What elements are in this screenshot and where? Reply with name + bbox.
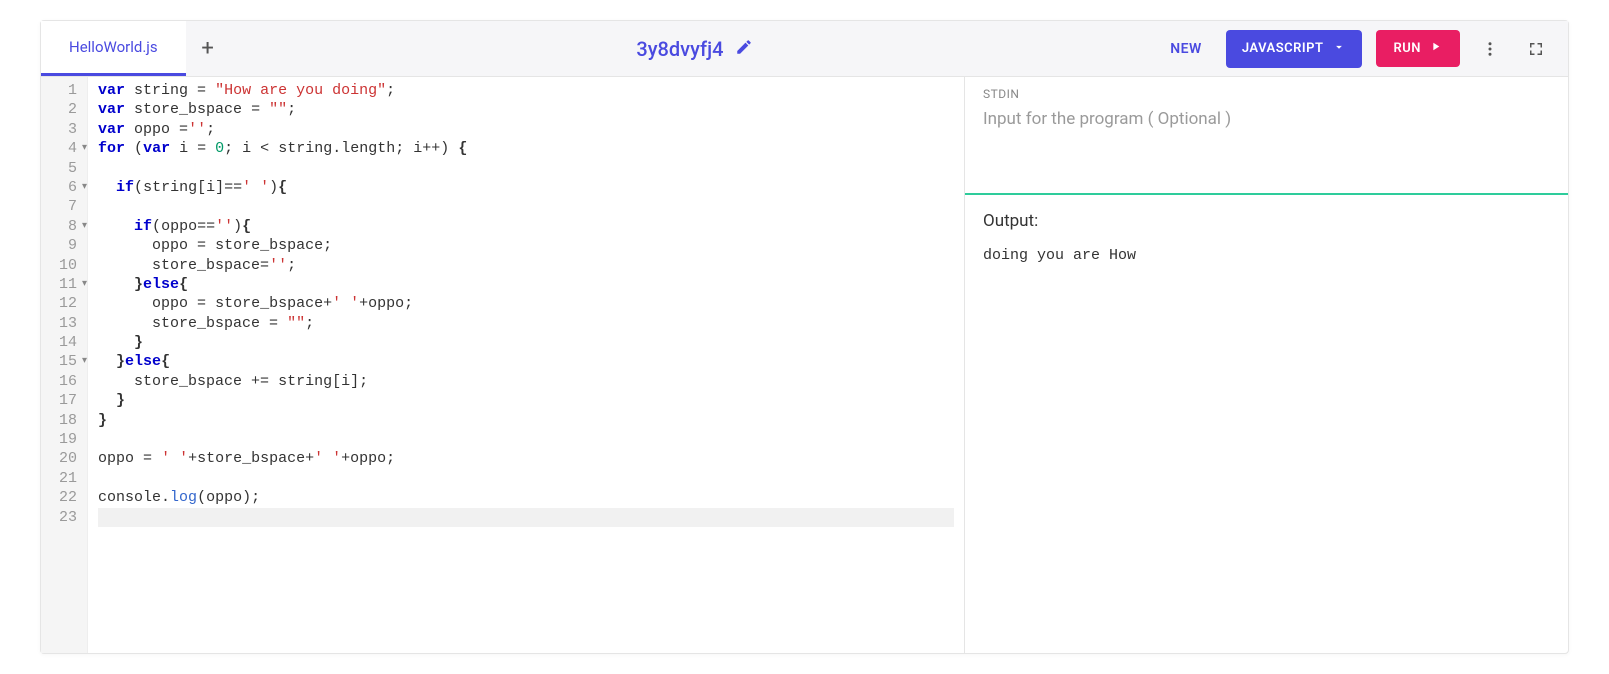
line-number: 19 bbox=[59, 430, 77, 449]
code-line[interactable]: } bbox=[98, 411, 954, 430]
line-number: 1 bbox=[59, 81, 77, 100]
line-number: 18 bbox=[59, 411, 77, 430]
code-line[interactable]: store_bspace += string[i]; bbox=[98, 372, 954, 391]
run-button-label: RUN bbox=[1394, 41, 1422, 56]
new-button-label: NEW bbox=[1170, 41, 1202, 57]
line-number: 22 bbox=[59, 488, 77, 507]
code-line[interactable]: if(string[i]==' '){ bbox=[98, 178, 954, 197]
line-number: 9 bbox=[59, 236, 77, 255]
fullscreen-button[interactable] bbox=[1520, 40, 1552, 58]
code-line[interactable]: var string = "How are you doing"; bbox=[98, 81, 954, 100]
project-id-area: 3y8dvyfj4 bbox=[230, 21, 1161, 76]
file-tab-label: HelloWorld.js bbox=[69, 38, 158, 56]
code-line[interactable]: console.log(oppo); bbox=[98, 488, 954, 507]
line-number: 16 bbox=[59, 372, 77, 391]
line-number: 14 bbox=[59, 333, 77, 352]
line-number-gutter: 1234567891011121314151617181920212223 bbox=[41, 77, 88, 653]
line-number: 21 bbox=[59, 469, 77, 488]
play-icon bbox=[1429, 40, 1442, 57]
code-line[interactable]: } bbox=[98, 333, 954, 352]
code-line[interactable]: if(oppo==''){ bbox=[98, 217, 954, 236]
code-line[interactable]: oppo = ' '+store_bspace+' '+oppo; bbox=[98, 449, 954, 468]
code-content[interactable]: var string = "How are you doing";var sto… bbox=[88, 77, 964, 653]
code-line[interactable]: store_bspace = ""; bbox=[98, 314, 954, 333]
line-number: 20 bbox=[59, 449, 77, 468]
output-label: Output: bbox=[983, 211, 1550, 231]
line-number: 15 bbox=[59, 352, 77, 371]
plus-icon: + bbox=[201, 36, 213, 61]
edit-icon[interactable] bbox=[735, 38, 753, 60]
code-line[interactable]: }else{ bbox=[98, 275, 954, 294]
stdin-label: STDIN bbox=[983, 87, 1550, 101]
code-line[interactable]: oppo = store_bspace+' '+oppo; bbox=[98, 294, 954, 313]
add-tab-button[interactable]: + bbox=[186, 21, 230, 76]
line-number: 5 bbox=[59, 159, 77, 178]
more-menu-button[interactable] bbox=[1474, 40, 1506, 58]
code-line[interactable]: for (var i = 0; i < string.length; i++) … bbox=[98, 139, 954, 158]
line-number: 17 bbox=[59, 391, 77, 410]
line-number: 4 bbox=[59, 139, 77, 158]
line-number: 13 bbox=[59, 314, 77, 333]
io-panel: STDIN Output: doing you are How bbox=[964, 77, 1568, 653]
top-bar-actions: NEW JAVASCRIPT RUN bbox=[1160, 21, 1568, 76]
language-select-button[interactable]: JAVASCRIPT bbox=[1226, 30, 1362, 68]
stdin-block: STDIN bbox=[965, 77, 1568, 193]
code-line[interactable] bbox=[98, 197, 954, 216]
line-number: 6 bbox=[59, 178, 77, 197]
line-number: 23 bbox=[59, 508, 77, 527]
file-tab[interactable]: HelloWorld.js bbox=[41, 21, 186, 76]
line-number: 11 bbox=[59, 275, 77, 294]
line-number: 12 bbox=[59, 294, 77, 313]
run-button[interactable]: RUN bbox=[1376, 30, 1461, 67]
fullscreen-icon bbox=[1527, 40, 1545, 58]
code-line[interactable]: store_bspace=''; bbox=[98, 256, 954, 275]
project-id: 3y8dvyfj4 bbox=[636, 37, 723, 61]
line-number: 3 bbox=[59, 120, 77, 139]
output-text: doing you are How bbox=[983, 247, 1550, 264]
line-number: 2 bbox=[59, 100, 77, 119]
language-label: JAVASCRIPT bbox=[1242, 41, 1324, 56]
code-editor[interactable]: 1234567891011121314151617181920212223 va… bbox=[41, 77, 964, 653]
code-line[interactable]: } bbox=[98, 391, 954, 410]
code-line[interactable] bbox=[98, 469, 954, 488]
code-line[interactable] bbox=[98, 430, 954, 449]
code-line[interactable]: var store_bspace = ""; bbox=[98, 100, 954, 119]
line-number: 10 bbox=[59, 256, 77, 275]
code-line[interactable] bbox=[98, 508, 954, 527]
new-button[interactable]: NEW bbox=[1160, 33, 1212, 65]
top-bar: HelloWorld.js + 3y8dvyfj4 NEW JAVASCRIPT bbox=[41, 21, 1568, 77]
chevron-down-icon bbox=[1332, 40, 1346, 58]
stdin-input[interactable] bbox=[983, 109, 1550, 169]
line-number: 8 bbox=[59, 217, 77, 236]
more-vertical-icon bbox=[1481, 40, 1499, 58]
code-line[interactable]: }else{ bbox=[98, 352, 954, 371]
code-line[interactable]: oppo = store_bspace; bbox=[98, 236, 954, 255]
line-number: 7 bbox=[59, 197, 77, 216]
code-line[interactable] bbox=[98, 159, 954, 178]
tabs-area: HelloWorld.js + bbox=[41, 21, 230, 76]
main-area: 1234567891011121314151617181920212223 va… bbox=[41, 77, 1568, 653]
app-container: HelloWorld.js + 3y8dvyfj4 NEW JAVASCRIPT bbox=[40, 20, 1569, 654]
output-block: Output: doing you are How bbox=[965, 195, 1568, 653]
code-line[interactable]: var oppo =''; bbox=[98, 120, 954, 139]
